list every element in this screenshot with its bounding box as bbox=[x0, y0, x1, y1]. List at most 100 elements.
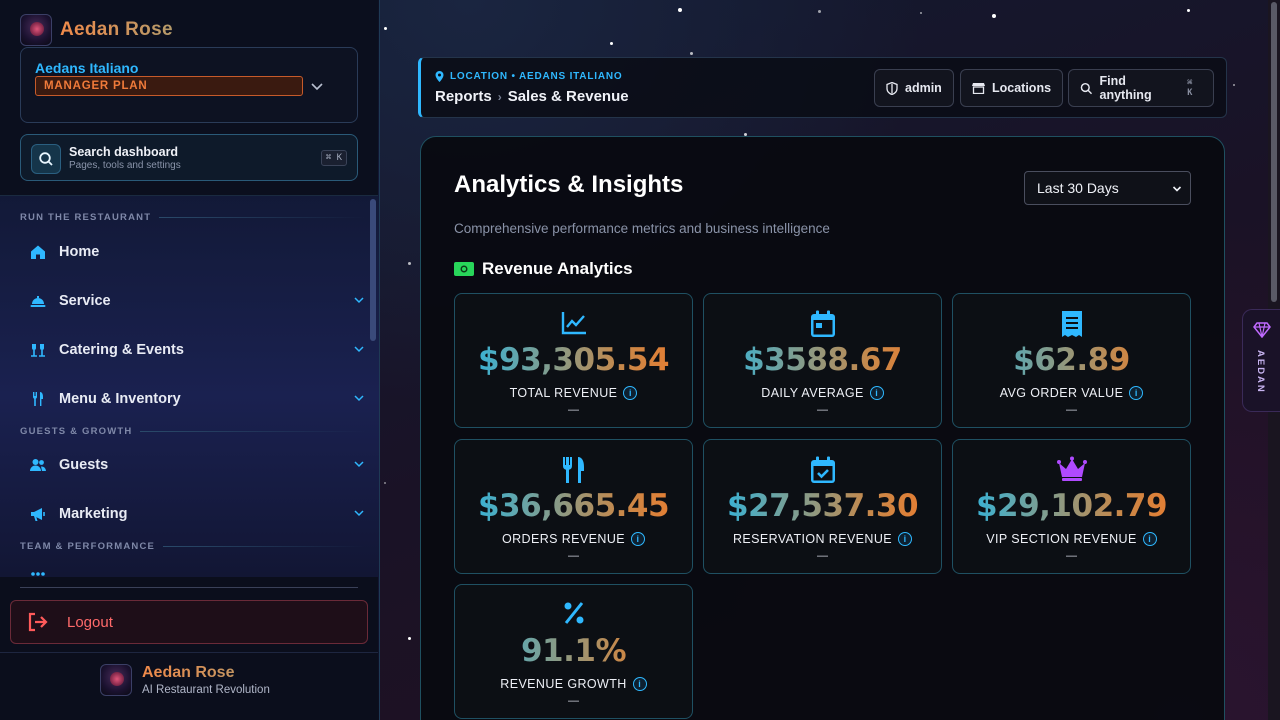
metric-value: $93,305.54 bbox=[455, 342, 692, 378]
metric-reservation-revenue[interactable]: $27,537.30 RESERVATION REVENUE i — bbox=[703, 439, 942, 574]
current-location: LOCATION • AEDANS ITALIANO bbox=[435, 71, 622, 82]
sidebar-item-label: Menu & Inventory bbox=[59, 391, 181, 407]
sidebar-scroll-thumb[interactable] bbox=[370, 199, 376, 341]
info-icon[interactable]: i bbox=[1142, 532, 1157, 546]
metric-orders-revenue[interactable]: $36,665.45 ORDERS REVENUE i — bbox=[454, 439, 693, 574]
sidebar: Aedan Rose Aedans Italiano MANAGER PLAN … bbox=[0, 0, 380, 720]
locations-button[interactable]: Locations bbox=[960, 69, 1064, 107]
chevron-down-icon[interactable] bbox=[352, 391, 366, 405]
top-bar: LOCATION • AEDANS ITALIANO Reports › Sal… bbox=[418, 57, 1227, 118]
footer-subtitle: AI Restaurant Revolution bbox=[142, 684, 270, 696]
brand[interactable]: Aedan Rose bbox=[20, 14, 173, 46]
divider bbox=[20, 587, 358, 588]
sidebar-item-menu-inventory[interactable]: Menu & Inventory bbox=[28, 386, 368, 412]
find-anything-label: Find anything bbox=[1099, 74, 1152, 102]
breadcrumb: Reports › Sales & Revenue bbox=[435, 88, 629, 105]
metric-delta: — bbox=[568, 550, 579, 562]
metric-value: $3588.67 bbox=[704, 342, 941, 378]
breadcrumb-current: Sales & Revenue bbox=[507, 88, 629, 105]
line-chart-icon bbox=[561, 312, 586, 335]
chevron-down-icon[interactable] bbox=[352, 293, 366, 307]
footer-brand: Aedan Rose AI Restaurant Revolution bbox=[100, 664, 270, 696]
search-dashboard-subtitle: Pages, tools and settings bbox=[69, 160, 181, 171]
store-icon bbox=[972, 83, 985, 94]
info-icon[interactable]: i bbox=[1129, 386, 1144, 400]
chevron-down-icon[interactable] bbox=[352, 506, 366, 520]
metric-delta: — bbox=[817, 550, 828, 562]
metric-label: TOTAL REVENUE i bbox=[455, 386, 692, 400]
divider bbox=[0, 652, 378, 653]
team-icon bbox=[28, 568, 48, 577]
metric-label: DAILY AVERAGE i bbox=[704, 386, 941, 400]
find-shortcut: ⌘ K bbox=[1187, 78, 1193, 98]
admin-button[interactable]: admin bbox=[874, 69, 954, 107]
metric-daily-average[interactable]: $3588.67 DAILY AVERAGE i — bbox=[703, 293, 942, 428]
search-dashboard-button[interactable]: Search dashboard Pages, tools and settin… bbox=[20, 134, 358, 181]
nav-section-guests: GUESTS & GROWTH bbox=[20, 426, 365, 437]
megaphone-icon bbox=[28, 504, 48, 524]
period-select[interactable]: Last 30 Days bbox=[1024, 171, 1191, 205]
chevron-down-icon bbox=[1172, 186, 1182, 192]
sidebar-nav: RUN THE RESTAURANT Home Service Catering… bbox=[0, 197, 370, 577]
section-title-label: Revenue Analytics bbox=[482, 259, 633, 278]
calendar-check-icon bbox=[810, 456, 835, 483]
metric-delta: — bbox=[1066, 550, 1077, 562]
chevron-right-icon: › bbox=[497, 89, 502, 104]
search-icon bbox=[1080, 82, 1093, 94]
sidebar-item-guests[interactable]: Guests bbox=[28, 452, 368, 478]
sidebar-item-marketing[interactable]: Marketing bbox=[28, 501, 368, 527]
metric-value: 91.1% bbox=[455, 633, 692, 669]
metric-delta: — bbox=[817, 404, 828, 416]
metric-delta: — bbox=[568, 695, 579, 707]
metric-label: REVENUE GROWTH i bbox=[455, 677, 692, 691]
info-icon[interactable]: i bbox=[898, 532, 913, 546]
sidebar-item-team-partial[interactable] bbox=[28, 565, 368, 577]
sidebar-item-label: Marketing bbox=[59, 506, 128, 522]
metric-value: $62.89 bbox=[953, 342, 1190, 378]
location-label: LOCATION • AEDANS ITALIANO bbox=[450, 71, 623, 82]
metric-vip-section-revenue[interactable]: $29,102.79 VIP SECTION REVENUE i — bbox=[952, 439, 1191, 574]
metric-delta: — bbox=[1066, 404, 1077, 416]
home-icon bbox=[28, 242, 48, 262]
sidebar-item-label: Home bbox=[59, 244, 100, 260]
sidebar-item-home[interactable]: Home bbox=[28, 239, 368, 265]
metric-label: AVG ORDER VALUE i bbox=[953, 386, 1190, 400]
sidebar-item-catering[interactable]: Catering & Events bbox=[28, 337, 368, 363]
aedan-tab-label: AEDAN bbox=[1255, 350, 1266, 394]
aedan-assistant-tab[interactable]: AEDAN bbox=[1242, 309, 1280, 412]
crown-icon bbox=[1056, 456, 1087, 481]
metric-total-revenue[interactable]: $93,305.54 TOTAL REVENUE i — bbox=[454, 293, 693, 428]
receipt-icon bbox=[1061, 311, 1082, 337]
service-bell-icon bbox=[28, 291, 48, 311]
find-anything-button[interactable]: Find anything ⌘ K bbox=[1068, 69, 1214, 107]
search-dashboard-title: Search dashboard bbox=[69, 145, 179, 159]
rose-logo-icon bbox=[100, 664, 132, 696]
sidebar-header: Aedan Rose Aedans Italiano MANAGER PLAN … bbox=[0, 0, 378, 196]
page-subtitle: Comprehensive performance metrics and bu… bbox=[454, 221, 830, 236]
metric-value: $27,537.30 bbox=[704, 488, 941, 524]
metric-label: ORDERS REVENUE i bbox=[455, 532, 692, 546]
section-revenue-analytics: Revenue Analytics bbox=[454, 259, 633, 279]
logout-icon bbox=[28, 612, 48, 632]
page-title: Analytics & Insights bbox=[454, 171, 684, 198]
location-switcher[interactable]: Aedans Italiano MANAGER PLAN bbox=[20, 47, 358, 123]
chevron-down-icon[interactable] bbox=[352, 342, 366, 356]
info-icon[interactable]: i bbox=[632, 677, 647, 691]
info-icon[interactable]: i bbox=[869, 386, 884, 400]
info-icon[interactable]: i bbox=[623, 386, 638, 400]
breadcrumb-reports[interactable]: Reports bbox=[435, 88, 492, 105]
calendar-icon bbox=[810, 310, 835, 337]
sidebar-scrollbar[interactable] bbox=[369, 197, 377, 577]
page-scroll-thumb[interactable] bbox=[1271, 2, 1277, 302]
search-shortcut: ⌘ K bbox=[320, 150, 347, 166]
chevron-down-icon[interactable] bbox=[352, 457, 366, 471]
metric-revenue-growth[interactable]: 91.1% REVENUE GROWTH i — bbox=[454, 584, 693, 719]
metric-avg-order-value[interactable]: $62.89 AVG ORDER VALUE i — bbox=[952, 293, 1191, 428]
sidebar-item-service[interactable]: Service bbox=[28, 288, 368, 314]
logout-button[interactable]: Logout bbox=[10, 600, 368, 644]
percent-icon bbox=[564, 602, 583, 624]
info-icon[interactable]: i bbox=[630, 532, 645, 546]
sidebar-item-label: Catering & Events bbox=[59, 342, 184, 358]
brand-name: Aedan Rose bbox=[60, 19, 173, 40]
chevron-down-icon[interactable] bbox=[309, 78, 325, 94]
